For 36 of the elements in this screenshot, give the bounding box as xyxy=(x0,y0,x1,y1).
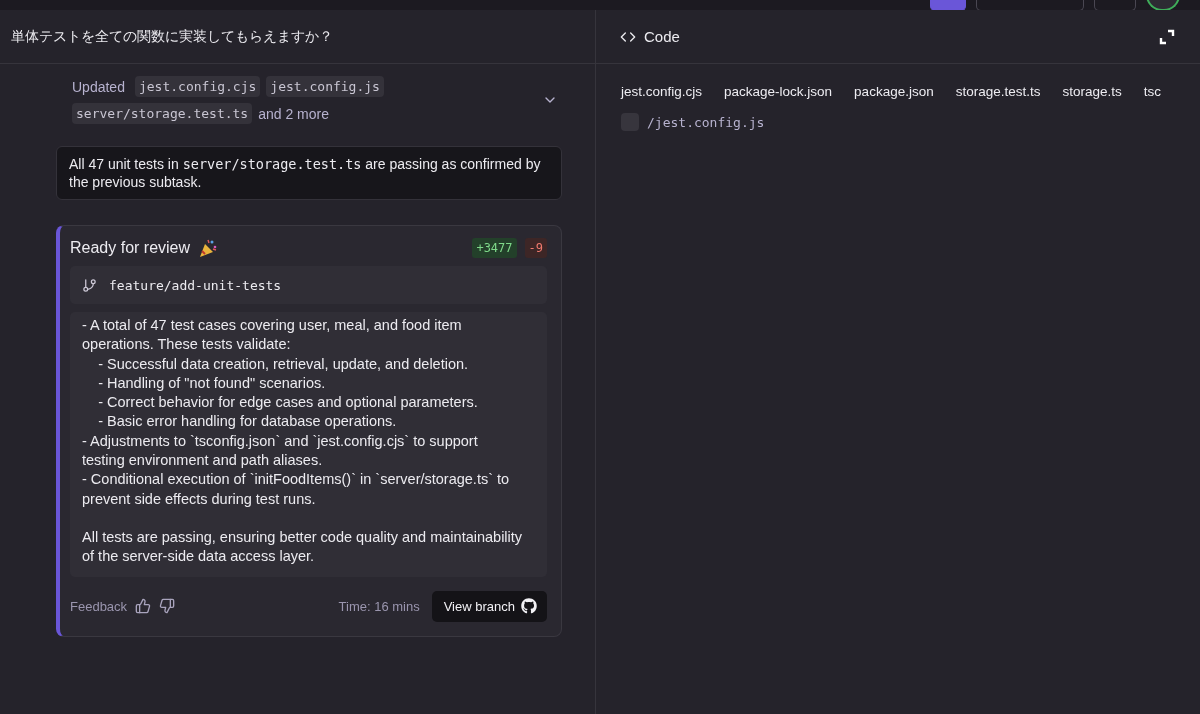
file-tab[interactable]: package.json xyxy=(854,80,934,103)
branch-icon xyxy=(82,277,97,293)
summary-line: - A total of 47 test cases covering user, meal, and food item operations. These tests validate: xyxy=(82,316,463,355)
card-title: Ready for review xyxy=(70,239,191,257)
expand-icon[interactable] xyxy=(1159,28,1175,45)
feedback-label: Feedback xyxy=(70,598,128,614)
status-note: All 47 unit tests in server/storage.test.ts are passing as confirmed by the previous subtask. xyxy=(56,146,562,200)
deletions-count: -9 xyxy=(524,238,547,258)
branch-name: feature/add-unit-tests xyxy=(109,277,282,293)
file-chip: jest.config.js xyxy=(266,76,384,97)
thumbs-up-icon[interactable] xyxy=(135,598,152,615)
summary-line: - Basic error handling for database operations. xyxy=(97,412,398,432)
thumbs-down-icon[interactable] xyxy=(159,598,176,615)
view-branch-button[interactable]: View branch xyxy=(431,590,547,622)
summary-line: - Successful data creation, retrieval, update, and deletion. xyxy=(97,354,470,374)
summary-line: - Correct behavior for edge cases and optional parameters. xyxy=(97,393,479,413)
additions-count: +3477 xyxy=(472,238,517,258)
summary-conclusion: All tests are passing, ensuring better code quality and maintainability of the server-side data access layer. xyxy=(82,527,523,567)
file-tab[interactable]: package-lock.json xyxy=(724,80,833,103)
summary-line: - Adjustments to `tsconfig.json` and `jest.config.cjs` to support testing environment and path aliases. xyxy=(82,431,479,471)
file-chip: jest.config.cjs xyxy=(134,76,261,97)
github-icon xyxy=(521,598,537,615)
party-popper-icon xyxy=(198,238,219,258)
updated-label: Updated xyxy=(72,78,125,95)
panel-title: Code xyxy=(644,28,680,45)
file-tab[interactable]: storage.test.ts xyxy=(955,80,1041,103)
file-chip: server/storage.test.ts xyxy=(72,103,253,124)
file-tab[interactable]: tsc xyxy=(1143,80,1161,103)
more-files-text: and 2 more xyxy=(258,105,329,122)
summary-line: - Conditional execution of `initFoodItems()` in `server/storage.ts` to prevent side effects during test runs. xyxy=(82,470,511,509)
user-prompt: 単体テストを全ての関数に実装してもらえますか？ xyxy=(11,27,333,46)
file-path: /jest.config.js xyxy=(647,114,765,130)
file-tab[interactable]: storage.ts xyxy=(1062,80,1122,103)
elapsed-time: Time: 16 mins xyxy=(338,598,420,614)
file-tab[interactable]: jest.config.cjs xyxy=(621,80,703,103)
summary-line: - Handling of "not found" scenarios. xyxy=(97,373,327,393)
